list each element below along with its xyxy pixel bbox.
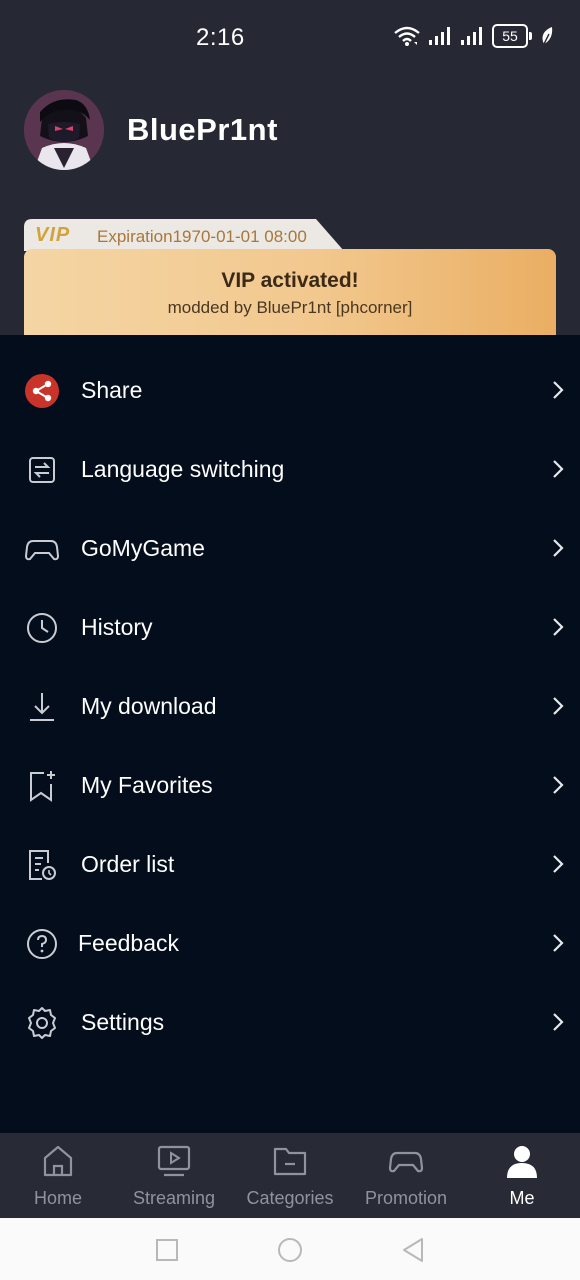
question-icon [27, 929, 57, 959]
menu-item-history[interactable]: History [0, 588, 580, 667]
bookmark-plus-icon [30, 771, 55, 802]
vip-logo: VIP [35, 224, 71, 246]
vip-title: VIP activated! [221, 269, 359, 292]
tab-me[interactable]: Me [464, 1133, 580, 1218]
language-switch-icon [29, 457, 55, 483]
vip-card[interactable]: VIP activated! modded by BluePr1nt [phco… [24, 249, 556, 335]
menu-list: Share Language switching GoMyGame Histor… [0, 351, 580, 1062]
menu-item-my-favorites[interactable]: My Favorites [0, 746, 580, 825]
gamepad-icon [388, 1151, 424, 1173]
battery-indicator: 55 [492, 24, 532, 48]
chevron-right-icon [553, 697, 564, 715]
menu-item-gomygame[interactable]: GoMyGame [0, 509, 580, 588]
menu-label: Share [81, 377, 143, 403]
chevron-right-icon [553, 934, 564, 952]
menu-item-order-list[interactable]: Order list [0, 825, 580, 904]
gamepad-icon [24, 540, 60, 561]
wifi-icon [394, 26, 420, 46]
order-list-icon [29, 850, 56, 880]
system-nav-bar [0, 1218, 580, 1280]
status-time: 2:16 [196, 24, 245, 51]
clock-icon [27, 613, 57, 643]
menu-label: History [81, 614, 153, 640]
username: BluePr1nt [127, 112, 278, 147]
tab-label: Promotion [364, 1188, 448, 1208]
status-bar: 2:16 55 [0, 0, 580, 76]
chevron-right-icon [553, 855, 564, 873]
menu-label: Settings [81, 1009, 165, 1035]
person-icon [507, 1146, 537, 1178]
tab-label: Home [33, 1188, 82, 1208]
menu-item-language-switching[interactable]: Language switching [0, 430, 580, 509]
menu-label: Language switching [81, 456, 285, 482]
vip-subtitle: modded by BluePr1nt [phcorner] [167, 298, 413, 317]
menu-label: My Favorites [81, 772, 213, 798]
menu-label: GoMyGame [81, 535, 205, 561]
tab-home[interactable]: Home [0, 1133, 116, 1218]
chevron-right-icon [553, 460, 564, 478]
recent-apps-button[interactable] [155, 1238, 179, 1262]
chevron-right-icon [553, 539, 564, 557]
avatar[interactable] [24, 90, 104, 170]
home-icon [43, 1145, 73, 1177]
gear-icon [28, 1007, 56, 1039]
chevron-right-icon [553, 381, 564, 399]
download-icon [30, 693, 54, 721]
tab-label: Me [509, 1188, 535, 1208]
folder-icon [273, 1147, 307, 1176]
menu-label: Feedback [78, 930, 180, 956]
play-screen-icon [157, 1145, 191, 1177]
chevron-right-icon [553, 776, 564, 794]
vip-expiration: Expiration1970-01-01 08:00 [97, 227, 307, 246]
chevron-right-icon [553, 1013, 564, 1031]
tab-streaming[interactable]: Streaming [116, 1133, 232, 1218]
signal-icon [461, 27, 482, 45]
menu-item-my-download[interactable]: My download [0, 667, 580, 746]
leaf-icon [542, 27, 553, 45]
share-icon [25, 374, 59, 408]
menu-label: Order list [81, 851, 175, 877]
chevron-right-icon [553, 618, 564, 636]
tab-label: Streaming [132, 1188, 216, 1208]
back-button[interactable] [400, 1237, 426, 1263]
menu-item-share[interactable]: Share [0, 351, 580, 430]
bottom-tab-bar: Home Streaming Categories Promotion Me [0, 1133, 580, 1218]
tab-label: Categories [246, 1188, 334, 1208]
battery-level: 55 [492, 24, 528, 48]
menu-label: My download [81, 693, 217, 719]
tab-categories[interactable]: Categories [232, 1133, 348, 1218]
menu-item-settings[interactable]: Settings [0, 983, 580, 1062]
home-button[interactable] [277, 1237, 303, 1263]
vip-expiration-tab: VIP Expiration1970-01-01 08:00 [24, 219, 344, 251]
tab-promotion[interactable]: Promotion [348, 1133, 464, 1218]
signal-icon [429, 27, 450, 45]
menu-item-feedback[interactable]: Feedback [0, 904, 580, 983]
